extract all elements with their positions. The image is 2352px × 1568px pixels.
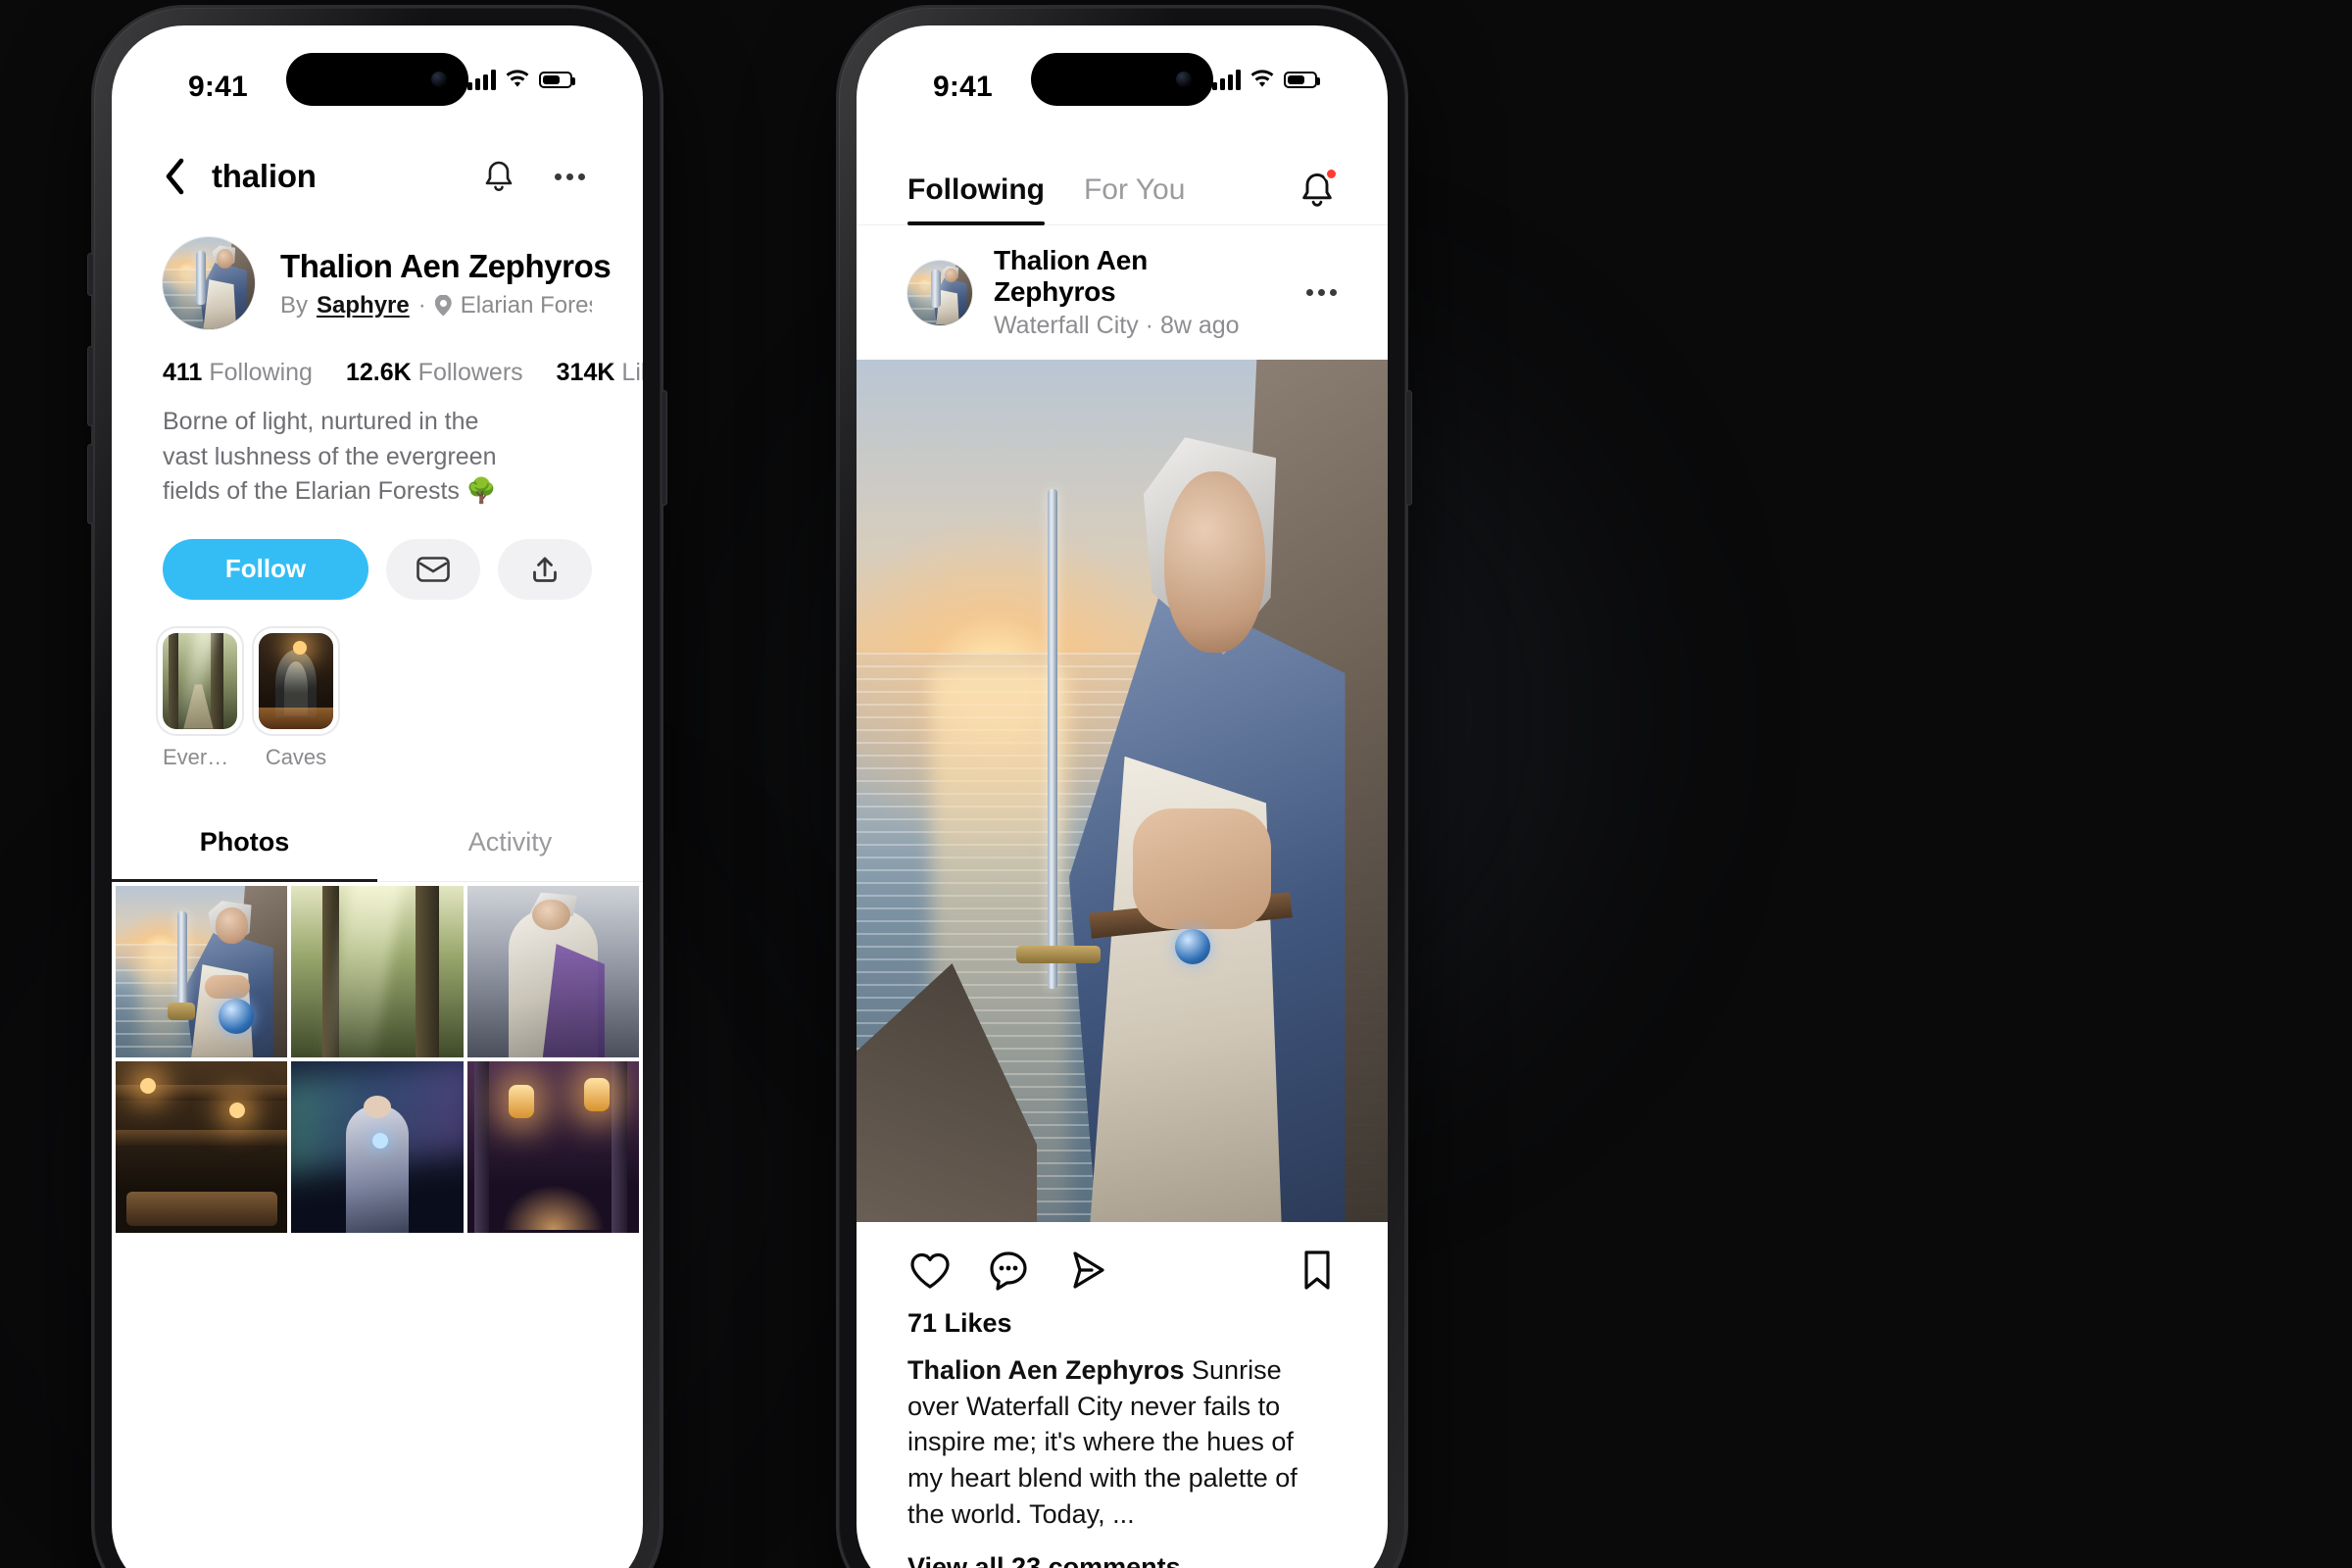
volume-up-button[interactable] xyxy=(87,346,94,426)
profile-handle: thalion xyxy=(212,158,317,194)
cellular-signal-icon xyxy=(467,69,496,90)
screenshot-canvas: 9:41 thalion Thalion Aen Zephyros By Sap… xyxy=(0,0,2352,1568)
post-header: Thalion Aen Zephyros Waterfall City · 8w… xyxy=(857,225,1388,360)
active-tab-indicator xyxy=(112,878,377,882)
cellular-signal-icon xyxy=(1212,69,1241,90)
photo-grid-item[interactable] xyxy=(291,1060,464,1234)
wifi-icon xyxy=(1250,70,1274,87)
highlight-thumbnail xyxy=(259,632,333,729)
post-meta: Waterfall City · 8w ago xyxy=(994,312,1263,340)
profile-tab-bar: Photos Activity xyxy=(112,802,643,882)
volume-down-button[interactable] xyxy=(87,444,94,524)
heart-icon[interactable] xyxy=(907,1249,953,1292)
post-author-name[interactable]: Thalion Aen Zephyros xyxy=(994,245,1263,308)
highlight-label: Evergla... xyxy=(163,744,237,769)
stat-likes[interactable]: 314K Likes xyxy=(557,359,643,387)
byline-author-link[interactable]: Saphyre xyxy=(317,292,410,319)
photo-grid-item[interactable] xyxy=(116,1060,288,1234)
post-action-row xyxy=(857,1222,1388,1302)
stat-followers[interactable]: 12.6K Followers xyxy=(346,359,523,387)
profile-action-row: Follow xyxy=(112,510,643,600)
power-button[interactable] xyxy=(1405,390,1412,506)
highlight-thumbnail xyxy=(163,632,237,729)
wifi-icon xyxy=(506,70,529,87)
battery-icon xyxy=(1284,71,1320,88)
battery-icon xyxy=(539,71,575,88)
post-location: Waterfall City xyxy=(994,312,1139,339)
highlight-item[interactable]: Caves xyxy=(259,632,333,770)
comment-bubble-icon[interactable] xyxy=(986,1249,1031,1292)
notifications-button[interactable] xyxy=(1298,167,1339,224)
status-bar: 9:41 xyxy=(857,25,1388,131)
notification-badge xyxy=(1324,167,1339,181)
map-pin-icon xyxy=(435,295,452,317)
post-meta-separator: · xyxy=(1145,312,1153,339)
photo-grid-item[interactable] xyxy=(116,885,288,1057)
avatar[interactable] xyxy=(163,237,255,329)
profile-byline: By Saphyre · Elarian Forest, Vae... xyxy=(280,292,592,319)
share-button[interactable] xyxy=(498,538,592,600)
view-all-comments-link[interactable]: View all 23 comments xyxy=(857,1533,1388,1568)
bookmark-icon[interactable] xyxy=(1298,1248,1337,1293)
status-bar-time: 9:41 xyxy=(933,71,993,103)
profile-location: Elarian Forest, Vae... xyxy=(460,291,592,318)
message-button[interactable] xyxy=(386,538,480,600)
photo-grid-item[interactable] xyxy=(291,885,464,1057)
byline-prefix: By xyxy=(280,291,309,318)
highlight-label: Caves xyxy=(265,744,327,769)
tab-activity[interactable]: Activity xyxy=(377,802,643,881)
tab-following[interactable]: Following xyxy=(907,173,1045,225)
stat-label: Followers xyxy=(417,359,523,386)
phone-device-right: 9:41 Following For You Thalion Aen Zephy… xyxy=(839,8,1412,1568)
like-count: 71 Likes xyxy=(907,1308,1012,1338)
stat-value: 12.6K xyxy=(345,359,412,386)
feed-tab-bar: Following For You xyxy=(857,131,1388,225)
ellipsis-icon[interactable] xyxy=(1306,289,1337,296)
feed-screen: 9:41 Following For You Thalion Aen Zephy… xyxy=(857,25,1388,1568)
phone-device-left: 9:41 thalion Thalion Aen Zephyros By Sap… xyxy=(87,8,667,1568)
bell-icon[interactable] xyxy=(476,154,521,199)
post-author-avatar[interactable] xyxy=(907,260,972,325)
follow-button[interactable]: Follow xyxy=(163,538,368,600)
stat-value: 411 xyxy=(163,359,203,386)
stat-value: 314K xyxy=(556,359,615,386)
tab-photos[interactable]: Photos xyxy=(112,802,377,881)
tab-for-you[interactable]: For You xyxy=(1084,173,1185,224)
profile-screen: 9:41 thalion Thalion Aen Zephyros By Sap… xyxy=(112,25,643,1568)
ellipsis-icon[interactable] xyxy=(547,154,592,199)
post-timestamp: 8w ago xyxy=(1159,312,1240,339)
stat-label: Likes xyxy=(621,359,643,386)
mute-switch[interactable] xyxy=(87,253,94,296)
stat-following[interactable]: 411 Following xyxy=(163,359,313,387)
power-button[interactable] xyxy=(661,390,667,506)
envelope-icon xyxy=(416,556,450,582)
chevron-left-icon[interactable] xyxy=(163,157,186,196)
dynamic-island xyxy=(286,53,468,106)
post-caption: Thalion Aen Zephyros Sunrise over Waterf… xyxy=(857,1339,1366,1533)
page-title: Thalion Aen Zephyros xyxy=(280,247,612,284)
profile-nav-bar: thalion xyxy=(112,131,643,221)
photo-grid-item[interactable] xyxy=(466,885,639,1057)
caption-author[interactable]: Thalion Aen Zephyros xyxy=(907,1355,1185,1385)
story-highlights: Evergla... Caves xyxy=(112,600,643,770)
photo-grid xyxy=(112,882,643,1234)
dynamic-island xyxy=(1031,53,1213,106)
send-paper-plane-icon[interactable] xyxy=(1064,1249,1111,1292)
profile-header: Thalion Aen Zephyros By Saphyre · Elaria… xyxy=(112,221,643,329)
photo-grid-item[interactable] xyxy=(466,1060,639,1234)
status-bar-time: 9:41 xyxy=(188,71,248,103)
stat-label: Following xyxy=(209,359,313,386)
status-bar: 9:41 xyxy=(112,25,643,131)
profile-bio: Borne of light, nurtured in the vast lus… xyxy=(163,408,497,505)
hero-portrait-image[interactable] xyxy=(857,360,1388,1222)
highlight-item[interactable]: Evergla... xyxy=(163,632,237,770)
share-upload-icon xyxy=(533,557,557,582)
profile-stats: 411Following 12.6KFollowers 314K Likes xyxy=(112,329,643,387)
byline-separator: · xyxy=(417,291,426,318)
